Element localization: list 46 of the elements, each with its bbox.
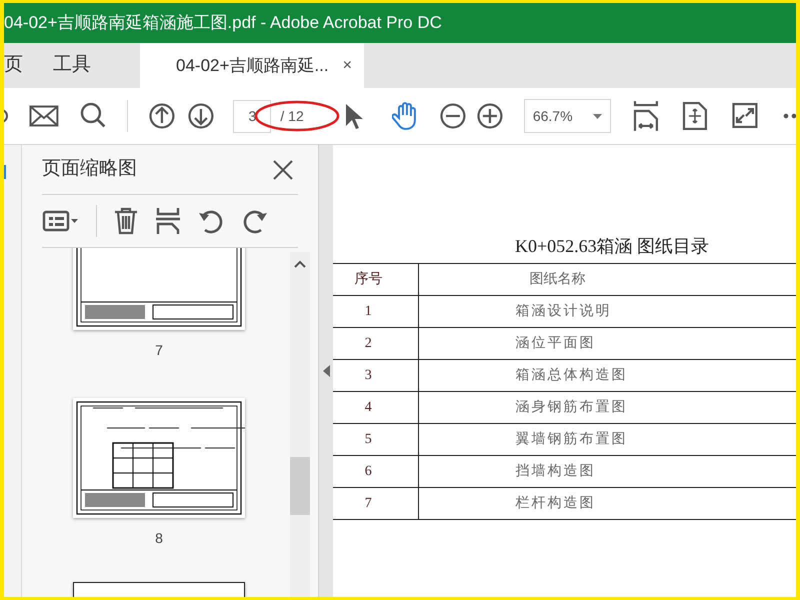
close-tab-button[interactable]: × bbox=[342, 54, 352, 78]
page-label: 8 bbox=[155, 529, 163, 548]
table-cell: 涵位平面图 bbox=[418, 328, 796, 360]
table-cell: 6 bbox=[333, 456, 418, 488]
table-cell: 3 bbox=[333, 360, 418, 392]
page-number-field[interactable]: 3 bbox=[233, 100, 272, 132]
scrollbar[interactable] bbox=[290, 252, 310, 597]
full-screen-icon[interactable] bbox=[732, 101, 758, 131]
active-marker bbox=[4, 165, 6, 179]
window-title: 04-02+吉顺路南延箱涵施工图.pdf - Adobe Acrobat Pro DC bbox=[4, 12, 442, 34]
zoom-in-icon[interactable] bbox=[474, 101, 505, 131]
scrollbar-thumb[interactable] bbox=[290, 457, 310, 515]
arrow-up-icon[interactable] bbox=[146, 101, 177, 131]
page-count: / 12 bbox=[280, 106, 305, 126]
table-cell: 挡墙构造图 bbox=[418, 456, 796, 488]
tab[interactable]: 工具 bbox=[47, 43, 97, 88]
document-title: K0+052.63箱涵 图纸目录 bbox=[514, 235, 710, 258]
panel-title: 页面缩略图 bbox=[42, 157, 137, 182]
column-header: 序号 bbox=[333, 264, 418, 296]
arrow-down-icon[interactable] bbox=[186, 101, 216, 131]
page-label: 7 bbox=[155, 341, 163, 360]
options-icon[interactable] bbox=[42, 209, 80, 233]
column-header: 图纸名称 bbox=[418, 264, 796, 296]
zoom-out-icon[interactable] bbox=[438, 101, 468, 131]
table-cell: 2 bbox=[333, 328, 418, 360]
table-cell: 1 bbox=[333, 296, 418, 328]
table-cell: 5 bbox=[333, 424, 418, 456]
tab[interactable]: 04-02+吉顺路南延... × bbox=[140, 43, 364, 88]
close-icon[interactable] bbox=[272, 158, 294, 180]
caret-up-icon[interactable] bbox=[294, 260, 306, 268]
table-cell: 栏杆构造图 bbox=[418, 488, 796, 520]
tab[interactable]: 页 bbox=[4, 43, 29, 88]
fit-page-icon[interactable] bbox=[682, 101, 708, 131]
caret-down-icon bbox=[592, 114, 602, 118]
collapse-arrow-icon[interactable] bbox=[322, 365, 330, 377]
table-cell: 翼墙钢筋布置图 bbox=[418, 424, 796, 456]
insert-page-icon[interactable] bbox=[155, 207, 181, 235]
drawing-thumbnail[interactable] bbox=[73, 398, 245, 518]
trash-icon[interactable] bbox=[113, 207, 139, 235]
zoom-dropdown[interactable]: 66.7% bbox=[524, 99, 610, 133]
table-cell: 涵身钢筋布置图 bbox=[418, 392, 796, 424]
table-cell: 箱涵设计说明 bbox=[418, 296, 796, 328]
table-cell: 4 bbox=[333, 392, 418, 424]
table-cell: 7 bbox=[333, 488, 418, 520]
fit-width-icon[interactable] bbox=[632, 101, 658, 131]
table-cell: 箱涵总体构造图 bbox=[418, 360, 796, 392]
